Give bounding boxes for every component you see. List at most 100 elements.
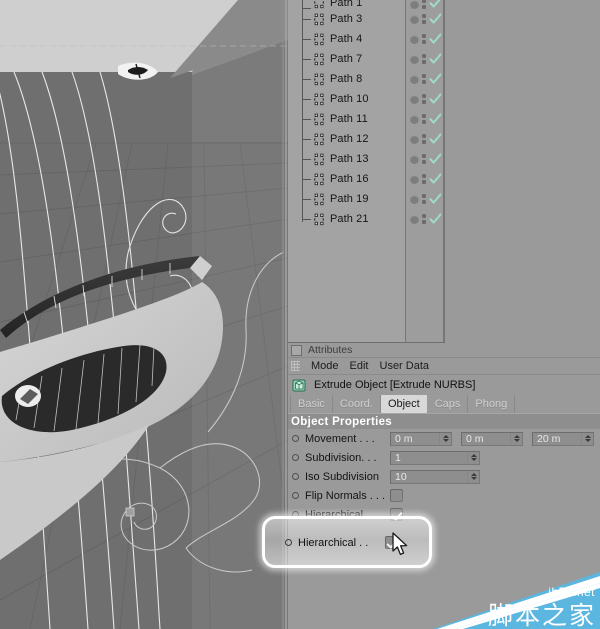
- viewport-3d[interactable]: [0, 0, 288, 629]
- visibility-dot-icon[interactable]: [410, 114, 419, 124]
- tab-basic[interactable]: Basic: [290, 395, 333, 413]
- animate-bullet-flip-normals[interactable]: [292, 492, 299, 499]
- object-manager-empty-rows[interactable]: [288, 238, 445, 343]
- callout-animate-bullet[interactable]: [285, 539, 292, 546]
- object-tag-row[interactable]: [406, 169, 445, 189]
- animate-bullet-movement[interactable]: [292, 435, 299, 442]
- visibility-toggles[interactable]: [422, 14, 426, 24]
- selected-object-header: Extrude Object [Extrude NURBS]: [288, 375, 600, 395]
- object-tag-row[interactable]: [406, 49, 445, 69]
- check-tag-icon[interactable]: [429, 153, 442, 165]
- tab-phong[interactable]: Phong: [468, 395, 516, 413]
- visibility-dot-icon[interactable]: [410, 174, 419, 184]
- object-manager-tag-column[interactable]: [405, 0, 445, 238]
- visibility-toggles[interactable]: [422, 194, 426, 204]
- tab-object[interactable]: Object: [380, 395, 428, 413]
- visibility-toggles[interactable]: [422, 134, 426, 144]
- object-list-item-label: Path 3: [330, 13, 363, 25]
- visibility-dot-icon[interactable]: [410, 54, 419, 64]
- visibility-toggles[interactable]: [422, 74, 426, 84]
- object-list-item-label: Path 1: [330, 0, 363, 9]
- visibility-toggles[interactable]: [422, 154, 426, 164]
- menu-user-data[interactable]: User Data: [380, 360, 430, 372]
- menu-mode[interactable]: Mode: [311, 360, 339, 372]
- check-tag-icon[interactable]: [429, 93, 442, 105]
- movement-z-stepper[interactable]: [581, 432, 593, 445]
- render-visibility-dot-icon: [422, 40, 426, 44]
- object-tag-row[interactable]: [406, 149, 445, 169]
- check-tag-icon[interactable]: [429, 33, 442, 45]
- render-visibility-dot-icon: [422, 60, 426, 64]
- object-tag-row[interactable]: [406, 89, 445, 109]
- visibility-toggles[interactable]: [422, 214, 426, 224]
- subdivision-field[interactable]: 1: [390, 450, 480, 465]
- subdivision-stepper[interactable]: [467, 451, 479, 464]
- iso-subdivision-field[interactable]: 10: [390, 469, 480, 484]
- object-list-item-label: Path 19: [330, 193, 369, 205]
- check-tag-icon[interactable]: [429, 0, 442, 9]
- check-tag-icon[interactable]: [429, 73, 442, 85]
- object-tag-row[interactable]: [406, 29, 445, 49]
- tree-branch-line: [302, 158, 311, 160]
- visibility-dot-icon[interactable]: [410, 134, 419, 144]
- visibility-dot-icon[interactable]: [410, 154, 419, 164]
- visibility-toggles[interactable]: [422, 114, 426, 124]
- check-tag-icon[interactable]: [429, 173, 442, 185]
- menu-edit[interactable]: Edit: [350, 360, 369, 372]
- visibility-toggles[interactable]: [422, 0, 426, 9]
- editor-visibility-dot-icon: [422, 114, 426, 118]
- visibility-dot-icon[interactable]: [410, 0, 419, 9]
- object-tag-row[interactable]: [406, 0, 445, 9]
- selected-object-name: Extrude Object [Extrude NURBS]: [314, 379, 476, 391]
- movement-x-stepper[interactable]: [439, 432, 451, 445]
- visibility-dot-icon[interactable]: [410, 34, 419, 44]
- object-tag-row[interactable]: [406, 189, 445, 209]
- tab-caps[interactable]: Caps: [427, 395, 469, 413]
- object-tag-row[interactable]: [406, 209, 445, 229]
- attribute-tabs[interactable]: Basic Coord. Object Caps Phong: [288, 395, 600, 413]
- render-visibility-dot-icon: [422, 180, 426, 184]
- animate-bullet-subdivision[interactable]: [292, 454, 299, 461]
- object-tag-row[interactable]: [406, 109, 445, 129]
- drag-grip-icon[interactable]: [291, 361, 300, 371]
- spline-icon: [314, 0, 324, 9]
- check-tag-icon[interactable]: [429, 133, 442, 145]
- visibility-toggles[interactable]: [422, 54, 426, 64]
- object-tag-row[interactable]: [406, 129, 445, 149]
- movement-z-field[interactable]: 20 m: [532, 431, 594, 446]
- panel-menu-icon[interactable]: [291, 344, 302, 356]
- spline-icon: [314, 53, 324, 65]
- object-manager-empty-area: [445, 0, 600, 238]
- extrude-nurbs-icon: [292, 379, 306, 391]
- flip-normals-checkbox[interactable]: [390, 489, 403, 502]
- object-list-item-label: Path 13: [330, 153, 369, 165]
- check-tag-icon[interactable]: [429, 53, 442, 65]
- check-tag-icon[interactable]: [429, 13, 442, 25]
- check-tag-icon[interactable]: [429, 213, 442, 225]
- tree-branch-line: [302, 38, 311, 40]
- visibility-toggles[interactable]: [422, 34, 426, 44]
- visibility-toggles[interactable]: [422, 94, 426, 104]
- movement-y-stepper[interactable]: [510, 432, 522, 445]
- object-properties-header: Object Properties: [288, 413, 600, 429]
- visibility-dot-icon[interactable]: [410, 94, 419, 104]
- visibility-dot-icon[interactable]: [410, 74, 419, 84]
- label-subdivision: Subdivision. . .: [305, 451, 377, 464]
- movement-x-field[interactable]: 0 m: [390, 431, 452, 446]
- visibility-dot-icon[interactable]: [410, 214, 419, 224]
- attributes-menubar: Mode Edit User Data: [288, 358, 600, 375]
- visibility-dot-icon[interactable]: [410, 14, 419, 24]
- check-tag-icon[interactable]: [429, 193, 442, 205]
- render-visibility-dot-icon: [422, 5, 426, 9]
- render-visibility-dot-icon: [422, 200, 426, 204]
- movement-y-field[interactable]: 0 m: [461, 431, 523, 446]
- visibility-toggles[interactable]: [422, 174, 426, 184]
- animate-bullet-iso-subdivision[interactable]: [292, 473, 299, 480]
- object-tag-row[interactable]: [406, 9, 445, 29]
- visibility-dot-icon[interactable]: [410, 194, 419, 204]
- iso-subdivision-stepper[interactable]: [467, 470, 479, 483]
- tab-coord[interactable]: Coord.: [332, 395, 381, 413]
- object-tag-row[interactable]: [406, 69, 445, 89]
- object-list-item-label: Path 12: [330, 133, 369, 145]
- check-tag-icon[interactable]: [429, 113, 442, 125]
